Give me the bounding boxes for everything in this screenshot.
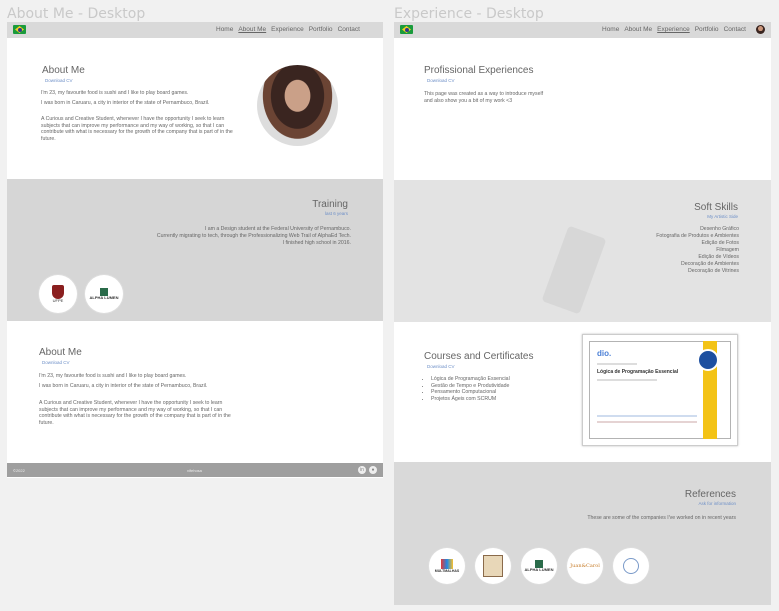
frame-label-about: About Me - Desktop [7, 6, 146, 22]
nav-home[interactable]: Home [602, 26, 619, 33]
nav-experience[interactable]: Experience [271, 26, 304, 33]
soft-skill-item: Decoração de Ambientes [681, 261, 739, 267]
juan-carol-logo: Juan&Carol [567, 548, 603, 584]
training-section: Training last 6 years I am a Design stud… [7, 179, 383, 321]
about-me-desktop-frame: Home About Me Experience Portfolio Conta… [7, 22, 383, 478]
references-title: References [684, 489, 736, 500]
alpha-lumen-logo: ALPHA LUMEN [85, 275, 123, 313]
multmalhas-mark-icon [441, 558, 453, 569]
footer-handle: vifehosa [187, 468, 202, 473]
alpha-lumen-logo-2: ALPHA LUMEN [521, 548, 557, 584]
about2-paragraph-3: A Curious and Creative Student, whenever… [39, 400, 231, 426]
nav-contact[interactable]: Contact [724, 26, 746, 33]
nav-experience[interactable]: Experience [657, 26, 690, 33]
prof-title: Profissional Experiences [424, 65, 534, 76]
about-paragraph-1: I'm 23, my favourite food is sushi and I… [41, 90, 189, 96]
nav-links: Home About Me Experience Portfolio Conta… [216, 26, 360, 33]
courses-list: Lógica de Programação Essencial Gestão d… [424, 376, 510, 402]
soft-skill-item: Edição de Fotos [701, 240, 740, 246]
navbar-2: Home About Me Experience Portfolio Conta… [394, 22, 771, 38]
reference-5-mark-icon [623, 558, 639, 574]
footer-copyright: ©2022 [13, 468, 25, 473]
certificate-image[interactable]: dio. Lógica de Programação Essencial [582, 334, 738, 446]
soft-skills-section: Soft Skills My Artistic Side Desenho Grá… [394, 180, 771, 322]
soft-skill-item: Desenho Gráfico [700, 226, 739, 232]
soft-skills-title: Soft Skills [694, 202, 738, 213]
brazil-flag-icon[interactable] [400, 25, 413, 34]
certificate-title: Lógica de Programação Essencial [597, 369, 679, 375]
linkedin-icon[interactable]: in [358, 466, 366, 474]
about2-paragraph-2: I was born in Caruaru, a city in interio… [39, 383, 208, 389]
download-cv-link-2[interactable]: Download CV [42, 360, 70, 365]
ufpe-logo: UFPE [39, 275, 77, 313]
multmalhas-logo: MULTMALHAS [429, 548, 465, 584]
nav-portfolio[interactable]: Portfolio [309, 26, 333, 33]
about-title-2: About Me [39, 347, 82, 358]
prof-line-2: and also show you a bit of my work <3 [424, 98, 513, 104]
reference-logo-5 [613, 548, 649, 584]
list-item: Gestão de Tempo e Produtividade [431, 383, 510, 390]
reference-logo-2 [475, 548, 511, 584]
soft-skill-item: Decoração de Vitrines [688, 268, 739, 274]
ufpe-crest-icon [52, 284, 64, 299]
about2-paragraph-1: I'm 23, my favourite food is sushi and I… [39, 373, 187, 379]
references-subtitle[interactable]: Ask for information [698, 501, 736, 506]
training-subtitle: last 6 years [324, 211, 348, 216]
training-line-1: I am a Design student at the Federal Uni… [204, 226, 351, 232]
soft-skills-subtitle: My Artistic Side [707, 214, 738, 219]
list-item: Lógica de Programação Essencial [431, 376, 510, 383]
frame-label-experience: Experience - Desktop [394, 6, 544, 22]
github-icon[interactable]: ● [369, 466, 377, 474]
profile-photo [257, 65, 338, 146]
certificate-badge-icon [697, 349, 719, 371]
avatar[interactable] [756, 25, 765, 34]
list-item: Pensamento Computacional [431, 389, 510, 396]
experience-desktop-frame: Home About Me Experience Portfolio Conta… [394, 22, 771, 605]
training-line-3: I finished high school in 2016. [282, 240, 351, 246]
about-paragraph-3: A Curious and Creative Student, whenever… [41, 116, 233, 142]
nav-about[interactable]: About Me [238, 26, 266, 33]
dio-logo: dio. [597, 349, 612, 358]
download-cv-link-4[interactable]: Download CV [427, 364, 455, 369]
soft-skill-item: Edição de Vídeos [698, 254, 739, 260]
prof-line-1: This page was created as a way to introd… [424, 91, 544, 97]
brazil-flag-icon[interactable] [13, 25, 26, 34]
courses-title: Courses and Certificates [424, 351, 534, 362]
training-title: Training [312, 199, 348, 210]
references-text: These are some of the companies I've wor… [587, 515, 736, 521]
about-title: About Me [42, 65, 85, 76]
training-line-2: Currently migrating to tech, through the… [156, 233, 351, 239]
nav-home[interactable]: Home [216, 26, 233, 33]
download-cv-link[interactable]: Download CV [45, 78, 73, 83]
list-item: Projetos Ágeis com SCRUM [431, 396, 510, 403]
footer: ©2022 vifehosa in ● [7, 463, 383, 477]
soft-skill-item: Filmagem [716, 247, 739, 253]
nav-about[interactable]: About Me [624, 26, 652, 33]
soft-skill-item: Fotografia de Produtos e Ambientes [656, 233, 739, 239]
navbar: Home About Me Experience Portfolio Conta… [7, 22, 383, 38]
references-section: References Ask for information These are… [394, 462, 771, 605]
about-paragraph-2: I was born in Caruaru, a city in interio… [41, 100, 210, 106]
nav-portfolio[interactable]: Portfolio [695, 26, 719, 33]
nav-contact[interactable]: Contact [338, 26, 360, 33]
download-cv-link-3[interactable]: Download CV [427, 78, 455, 83]
nav-links-2: Home About Me Experience Portfolio Conta… [602, 26, 746, 33]
building-logo-icon [483, 555, 503, 577]
